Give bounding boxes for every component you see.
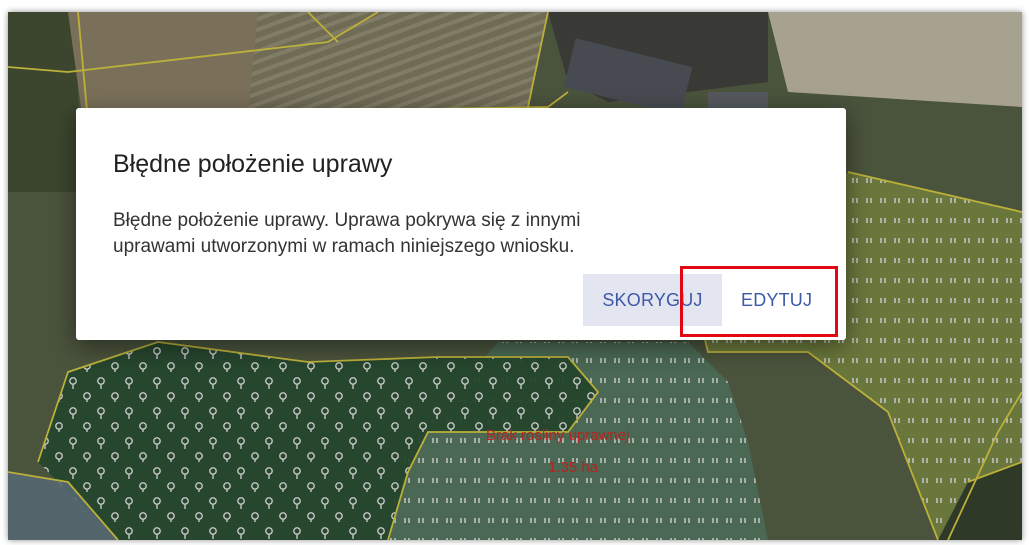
parcel-area-label: 1.35 ha bbox=[548, 459, 599, 476]
dialog-message: Błędne położenie uprawy. Uprawa pokrywa … bbox=[113, 208, 753, 260]
error-dialog: Błędne położenie uprawy Błędne położenie… bbox=[76, 108, 846, 340]
screenshot-frame: Brak rośliny uprawnej 1.35 ha Błędne poł… bbox=[0, 0, 1029, 545]
parcel-name-label: Brak rośliny uprawnej bbox=[486, 427, 630, 444]
correct-button[interactable]: SKORYGUJ bbox=[583, 274, 722, 326]
dialog-message-line-1: Błędne położenie uprawy. Uprawa pokrywa … bbox=[113, 210, 581, 231]
edit-button[interactable]: EDYTUJ bbox=[727, 274, 823, 326]
dialog-message-line-2: uprawami utworzonymi w ramach niniejszeg… bbox=[113, 236, 575, 257]
dialog-title: Błędne położenie uprawy bbox=[113, 150, 393, 178]
